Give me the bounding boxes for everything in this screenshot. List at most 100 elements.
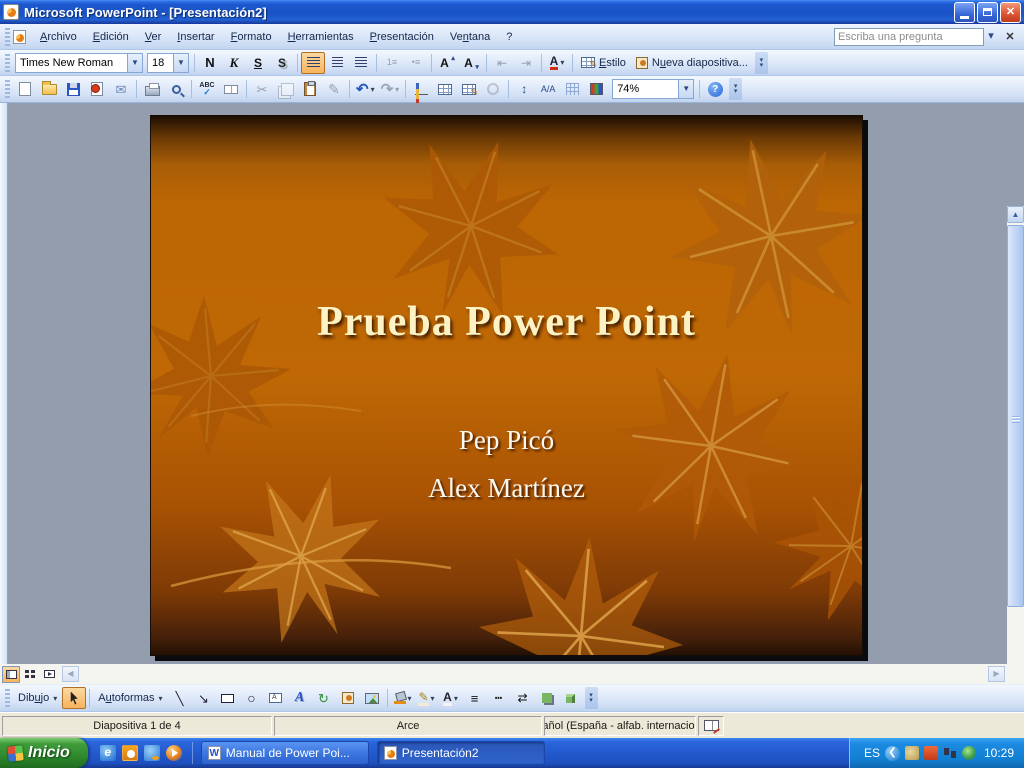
toolbar-grip[interactable] [5, 54, 10, 72]
restore-button[interactable] [977, 2, 998, 23]
msn-icon[interactable] [144, 745, 160, 761]
design-template-name[interactable]: Arce [274, 716, 542, 736]
open-button[interactable] [37, 78, 61, 100]
font-color-draw-button[interactable]: A▾ [439, 687, 463, 709]
menu-edicion[interactable]: Edición [85, 27, 137, 47]
powerpoint-app-icon[interactable] [3, 4, 19, 20]
toolbar-options-chevron[interactable]: ▾▾ [729, 78, 742, 100]
slide-sorter-button[interactable] [21, 666, 39, 683]
print-button[interactable] [140, 78, 164, 100]
scroll-left-icon[interactable]: ◀ [62, 666, 79, 682]
bullets-button[interactable]: •≡ [404, 52, 428, 74]
insert-table-button[interactable] [433, 78, 457, 100]
taskbar-task-word[interactable]: W Manual de Power Poi... [201, 741, 369, 765]
vertical-scroll-thumb[interactable] [1007, 225, 1024, 607]
menu-formato[interactable]: Formato [223, 27, 280, 47]
document-icon[interactable] [13, 30, 26, 44]
slide-subtitle[interactable]: Pep PicóAlex Martínez [151, 416, 862, 512]
align-center-button[interactable] [325, 52, 349, 74]
arrow-style-button[interactable]: ⇄ [511, 687, 535, 709]
paste-button[interactable] [298, 78, 322, 100]
undo-button[interactable]: ↶▾ [353, 78, 378, 100]
draw-table-button[interactable] [457, 78, 481, 100]
dropdown-arrow-icon[interactable]: ▾ [560, 58, 564, 67]
save-button[interactable] [61, 78, 85, 100]
redo-button[interactable]: ↷▾ [378, 78, 403, 100]
zoom-combo[interactable]: 74% ▼ [612, 79, 694, 99]
language-indicator[interactable]: spañol (España - alfab. internacional [544, 716, 696, 736]
style-button[interactable]: Estilo [576, 52, 631, 74]
chevron-down-icon[interactable]: ▼ [127, 54, 142, 72]
draw-menu-button[interactable]: Dibujo ▾ [13, 687, 62, 709]
toolbar-options-chevron[interactable]: ▾▾ [585, 687, 598, 709]
italic-button[interactable]: K [222, 52, 246, 74]
question-close-icon[interactable]: ✕ [1002, 29, 1018, 45]
media-player-icon[interactable] [166, 745, 182, 761]
menu-archivo[interactable]: Archivo [32, 27, 85, 47]
shadow-button[interactable]: S [270, 52, 294, 74]
print-preview-button[interactable] [164, 78, 188, 100]
tray-icon-app[interactable] [924, 746, 938, 760]
show-formatting-button[interactable]: A/A [536, 78, 560, 100]
permission-button[interactable] [85, 78, 109, 100]
hide-icons-chevron[interactable]: ❮ [885, 746, 900, 761]
chevron-down-icon[interactable]: ▼ [678, 80, 693, 98]
dropdown-arrow-icon[interactable]: ▾ [395, 85, 399, 94]
slideshow-button[interactable] [40, 666, 58, 683]
autoshapes-button[interactable]: Autoformas ▾ [93, 687, 167, 709]
new-document-button[interactable] [13, 78, 37, 100]
start-button[interactable]: Inicio [0, 738, 88, 768]
dropdown-arrow-icon[interactable]: ▾ [371, 85, 375, 94]
research-button[interactable] [219, 78, 243, 100]
increase-font-button[interactable]: A [435, 52, 459, 74]
clipart-button[interactable] [336, 687, 360, 709]
dropdown-arrow-icon[interactable]: ▾ [431, 694, 435, 703]
wordart-button[interactable]: A [288, 687, 312, 709]
decrease-font-button[interactable]: A [459, 52, 483, 74]
toolbar-options-chevron[interactable]: ▾▾ [755, 52, 768, 74]
outline-pane-splitter[interactable] [0, 103, 8, 664]
bold-button[interactable]: N [198, 52, 222, 74]
ask-question-input[interactable] [834, 28, 984, 46]
format-painter-button[interactable]: ✎ [322, 78, 346, 100]
internet-explorer-icon[interactable]: e [100, 745, 116, 761]
tray-icon-emule[interactable] [905, 746, 919, 760]
line-color-button[interactable]: ✎▾ [415, 687, 439, 709]
taskbar-task-powerpoint[interactable]: Presentación2 [377, 741, 545, 765]
oval-button[interactable]: ○ [240, 687, 264, 709]
picture-button[interactable] [360, 687, 384, 709]
textbox-button[interactable] [264, 687, 288, 709]
slide-title[interactable]: Prueba Power Point [151, 298, 862, 346]
dash-style-button[interactable]: ┅ [487, 687, 511, 709]
grid-button[interactable] [560, 78, 584, 100]
shadow-style-button[interactable] [535, 687, 559, 709]
increase-indent-button[interactable]: ⇥ [514, 52, 538, 74]
spelling-button[interactable]: ABC [195, 78, 219, 100]
tray-network-icon[interactable] [943, 746, 957, 760]
line-style-button[interactable]: ≡ [463, 687, 487, 709]
hyperlink-button[interactable] [481, 78, 505, 100]
font-color-button[interactable]: A▾ [545, 52, 569, 74]
expand-all-button[interactable]: ↕ [512, 78, 536, 100]
rectangle-button[interactable] [216, 687, 240, 709]
font-size-combo[interactable]: 18 ▼ [147, 53, 189, 73]
decrease-indent-button[interactable]: ⇤ [490, 52, 514, 74]
tray-messenger-icon[interactable] [962, 746, 976, 760]
font-name-combo[interactable]: Times New Roman ▼ [15, 53, 143, 73]
dropdown-arrow-icon[interactable]: ▾ [454, 694, 458, 703]
numbering-button[interactable]: 1≡ [380, 52, 404, 74]
email-button[interactable]: ✉ [109, 78, 133, 100]
select-arrow-button[interactable] [62, 687, 86, 709]
arrow-button[interactable]: ↘ [192, 687, 216, 709]
copy-button[interactable] [274, 78, 298, 100]
align-right-button[interactable] [349, 52, 373, 74]
line-button[interactable]: ╲ [168, 687, 192, 709]
underline-button[interactable]: S [246, 52, 270, 74]
slide-canvas[interactable]: Prueba Power Point Pep PicóAlex Martínez [150, 115, 863, 656]
language-bar[interactable]: ES [864, 746, 880, 760]
scroll-up-icon[interactable]: ▲ [1007, 206, 1024, 223]
menu-insertar[interactable]: Insertar [169, 27, 222, 47]
cut-button[interactable]: ✂ [250, 78, 274, 100]
diagram-button[interactable]: ↻ [312, 687, 336, 709]
spellcheck-status[interactable] [698, 716, 724, 736]
